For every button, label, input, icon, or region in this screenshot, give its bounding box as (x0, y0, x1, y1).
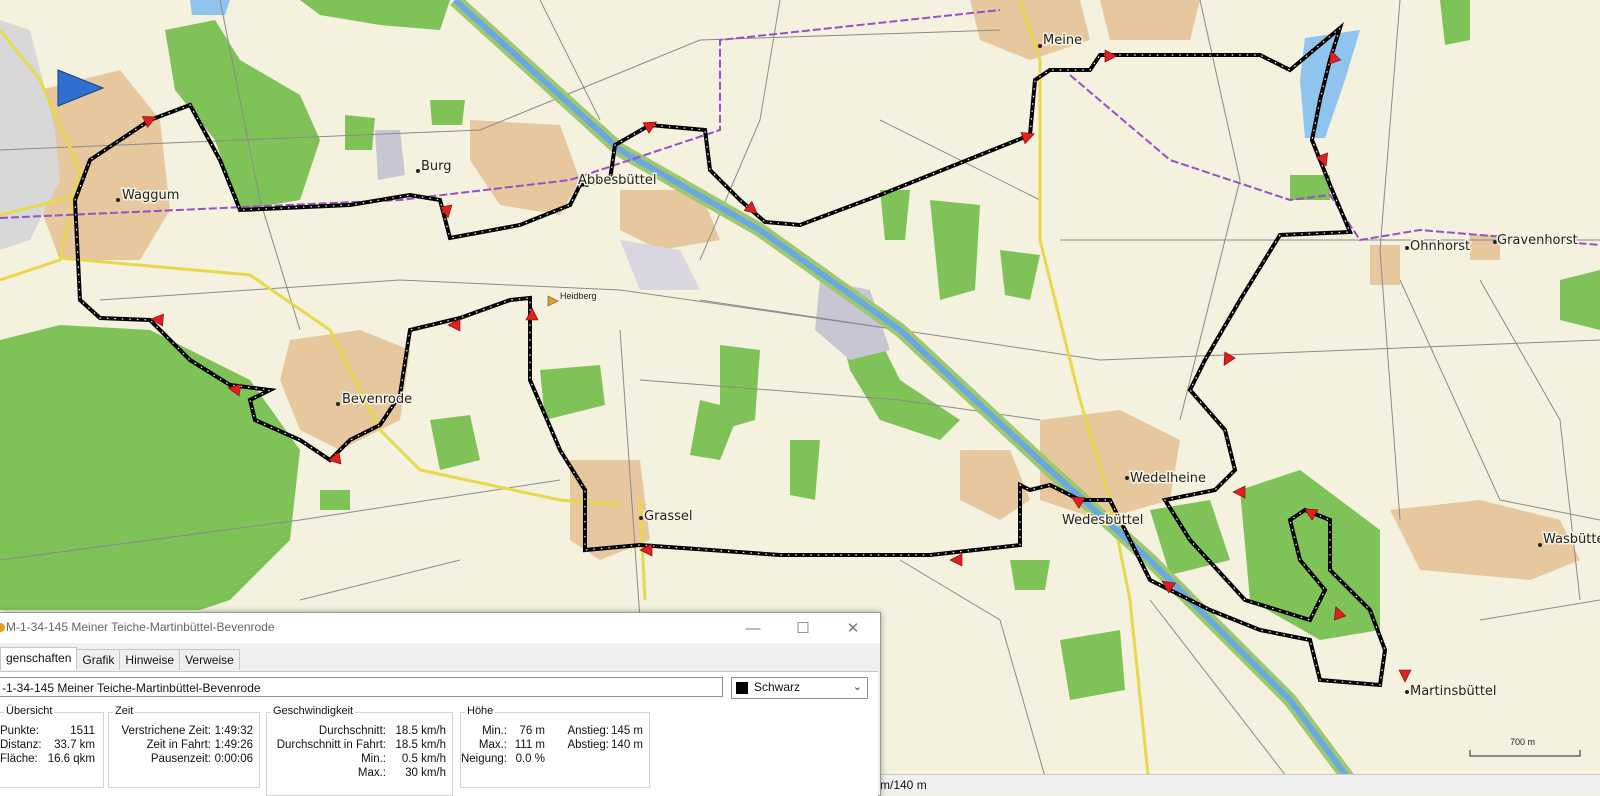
stat-label: Max.: (478, 739, 507, 751)
stat-label: Fläche: (0, 753, 38, 765)
height-group: Höhe Min.: 76 m Max.: 111 m Neigung: 0.0… (460, 705, 650, 788)
stat-label: Max.: (357, 767, 386, 779)
track-properties-dialog: M-1-34-145 Meiner Teiche-Martinbüttel-Be… (0, 612, 881, 796)
tab-bar: genschaften Grafik Hinweise Verweise (0, 647, 240, 671)
group-title: Höhe (465, 705, 496, 717)
maximize-button[interactable]: ☐ (780, 613, 826, 643)
stat-value: 76 m (519, 725, 545, 737)
color-value: Schwarz (754, 680, 801, 694)
color-dropdown[interactable]: Schwarz ⌄ (731, 677, 868, 699)
speed-group: Geschwindigkeit Durchschnitt: 18.5 km/h … (266, 705, 453, 796)
color-swatch (736, 682, 748, 694)
properties-panel: -1-34-145 Meiner Teiche-Martinbüttel-Bev… (0, 671, 878, 796)
stat-label: Durchschnitt in Fahrt: (276, 739, 386, 751)
place-label: Wasbüttel (1543, 532, 1600, 547)
group-title: Zeit (113, 705, 136, 717)
stat-value: 1511 (70, 725, 95, 737)
place-label: Meine (1043, 33, 1082, 48)
stat-label: Verstrichene Zeit: (121, 725, 211, 737)
time-group: Zeit Verstrichene Zeit: 1:49:32 Zeit in … (108, 705, 260, 788)
stat-label: Zeit in Fahrt: (146, 739, 211, 751)
stat-label: Min.: (361, 753, 386, 765)
stat-value: 1:49:32 (214, 725, 253, 737)
stat-value: 0.5 km/h (401, 753, 446, 765)
place-label: Wedesbüttel (1062, 513, 1143, 528)
dialog-title: M-1-34-145 Meiner Teiche-Martinbüttel-Be… (6, 620, 275, 634)
stat-value: 0.0 % (515, 753, 545, 765)
tab-notes[interactable]: Hinweise (119, 649, 181, 670)
stat-label: Punkte: (0, 725, 39, 737)
status-bar: 5 m/140 m (870, 774, 1600, 795)
place-label: Wedelheine (1130, 471, 1206, 486)
stat-value: 18.5 km/h (395, 739, 447, 751)
stat-label: Distanz: (0, 739, 42, 751)
stat-value: 140 m (611, 739, 643, 751)
stat-label: Min.: (482, 725, 507, 737)
stat-value: 30 km/h (405, 767, 446, 779)
stat-label: Durchschnitt: (318, 725, 386, 737)
overview-group: Übersicht Punkte: 1511 Distanz: 33.7 km … (0, 705, 104, 788)
place-label: Grassel (644, 509, 693, 524)
tab-properties[interactable]: genschaften (0, 647, 78, 670)
stat-value: 18.5 km/h (395, 725, 447, 737)
stat-value: 0:00:06 (214, 753, 253, 765)
track-name-input[interactable]: -1-34-145 Meiner Teiche-Martinbüttel-Bev… (0, 677, 723, 697)
place-label: Waggum (122, 188, 179, 203)
stat-value: 16.6 qkm (47, 753, 95, 765)
app-icon (0, 623, 5, 632)
tab-graphic[interactable]: Grafik (76, 649, 121, 670)
stat-label: Anstieg: (567, 725, 609, 737)
stat-value: 33.7 km (54, 739, 95, 751)
scale-label: 700 m (1510, 737, 1535, 747)
group-title: Übersicht (4, 705, 55, 717)
close-button[interactable]: ✕ (830, 613, 876, 643)
place-label: Martinsbüttel (1410, 684, 1497, 699)
dialog-titlebar[interactable]: M-1-34-145 Meiner Teiche-Martinbüttel-Be… (0, 613, 880, 643)
stat-label: Abstieg: (567, 739, 609, 751)
group-title: Geschwindigkeit (271, 705, 356, 717)
place-label: Abbesbüttel (578, 173, 656, 188)
place-label: Ohnhorst (1410, 239, 1470, 254)
chevron-down-icon: ⌄ (852, 681, 862, 693)
place-label: Burg (421, 159, 452, 174)
place-label: Heidberg (560, 291, 597, 301)
tab-links[interactable]: Verweise (179, 649, 240, 670)
stat-label: Pausenzeit: (150, 753, 211, 765)
minimize-button[interactable]: — (730, 613, 776, 643)
stat-value: 1:49:26 (214, 739, 253, 751)
place-label: Gravenhorst (1497, 233, 1578, 248)
stat-value: 145 m (611, 725, 643, 737)
place-label: Bevenrode (342, 392, 412, 407)
stat-label: Neigung: (460, 753, 507, 765)
stat-value: 111 m (514, 739, 545, 751)
